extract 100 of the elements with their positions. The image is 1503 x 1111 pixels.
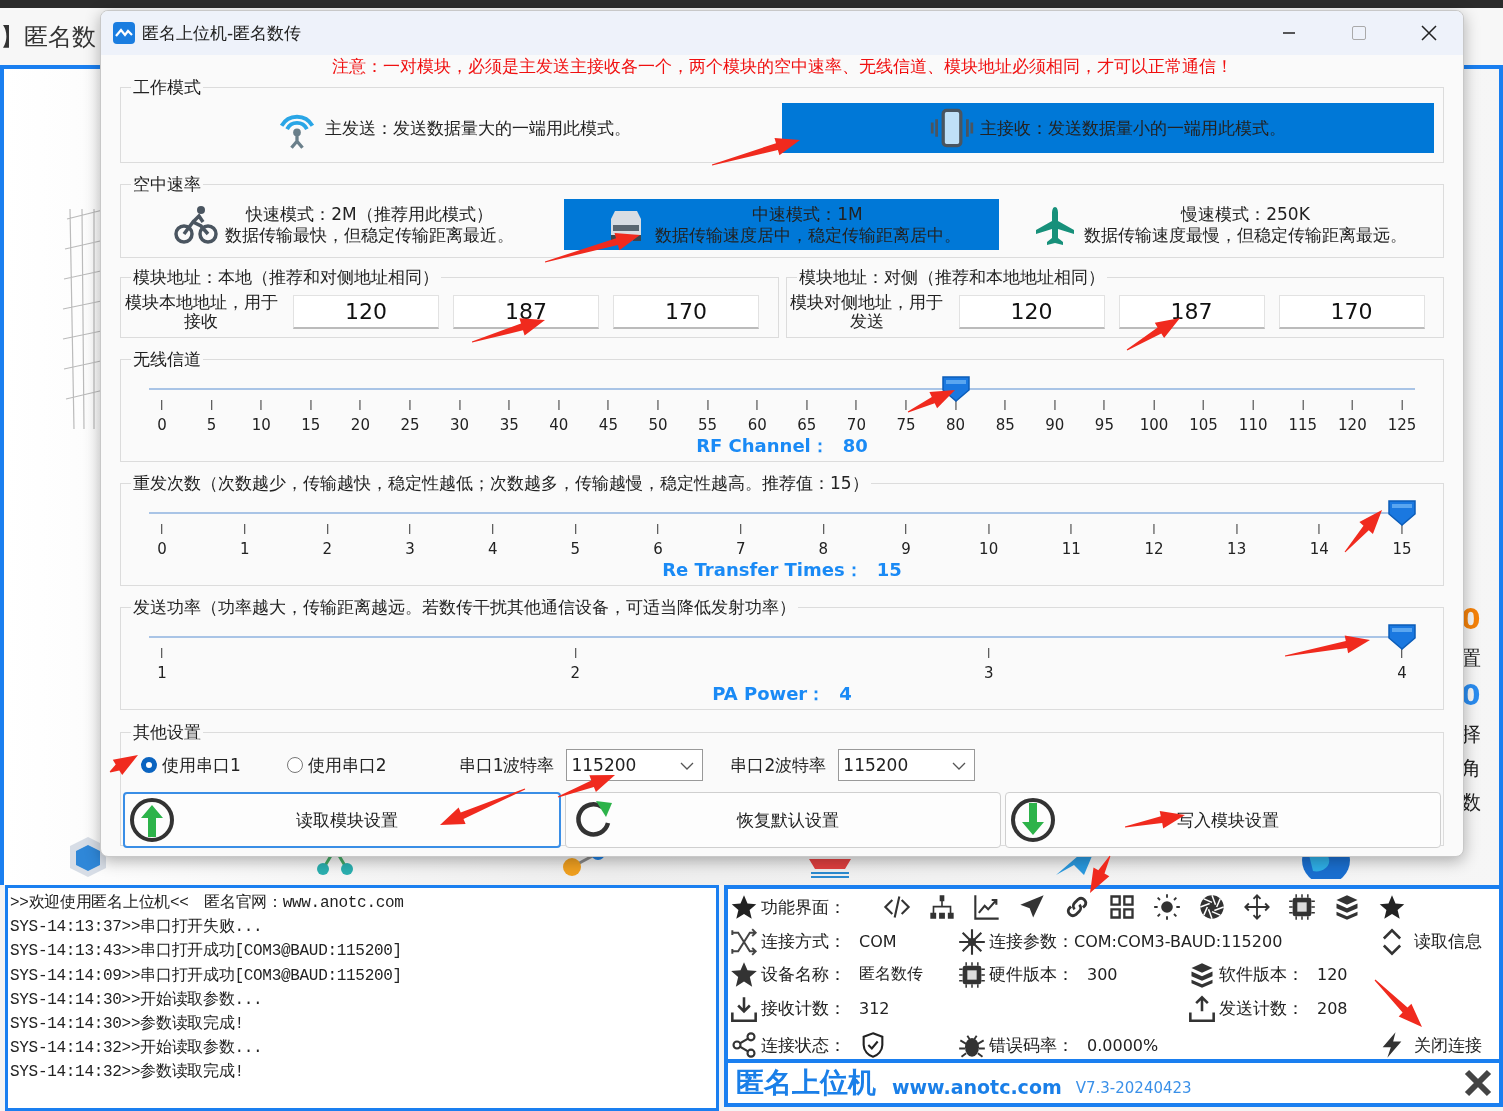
group-label: 重发次数（次数越少，传输越快，稳定性越低；次数越多，传输越慢，稳定性越高。推荐值：15） bbox=[132, 473, 870, 493]
tick-label: 95 bbox=[1094, 416, 1114, 434]
tick-label: 14 bbox=[1309, 540, 1329, 558]
address-field[interactable]: 187 bbox=[453, 295, 599, 329]
aperture-icon[interactable] bbox=[1198, 893, 1226, 921]
slider-thumb[interactable] bbox=[1388, 500, 1416, 526]
tick-label: 40 bbox=[549, 416, 569, 434]
hierarchy-icon[interactable] bbox=[928, 893, 956, 921]
tick-label: 11 bbox=[1061, 540, 1081, 558]
info-label: 发送计数： bbox=[1219, 997, 1305, 1020]
rate-option[interactable]: 快速模式：2M（推荐用此模式） 数据传输最快，但稳定传输距离最近。 bbox=[123, 199, 564, 250]
port-radio[interactable]: 使用串口1 bbox=[141, 753, 241, 777]
address-field[interactable]: 170 bbox=[613, 295, 759, 329]
line-chart-icon[interactable] bbox=[973, 893, 1001, 921]
annotation-arrow bbox=[1374, 979, 1422, 1027]
rate-option[interactable]: 慢速模式：250K 数据传输速度最慢，但稳定传输距离最远。 bbox=[999, 199, 1440, 250]
tick-label: 6 bbox=[653, 540, 663, 558]
slider-track[interactable]: 0 1 2 3 4 5 6 7 8 9 10 11 12 13 14 15 bbox=[149, 499, 1415, 561]
info-label: 设备名称： bbox=[761, 963, 847, 986]
sun-icon[interactable] bbox=[1153, 893, 1181, 921]
slider-thumb[interactable] bbox=[1388, 624, 1416, 650]
action-button[interactable]: 读取模块设置 bbox=[123, 792, 561, 848]
group-label: 空中速率 bbox=[132, 174, 202, 194]
star-icon bbox=[730, 960, 758, 989]
address-caption: 模块本地地址，用于接收 bbox=[123, 293, 279, 331]
asterisk-icon bbox=[958, 927, 986, 956]
reading-label: PA Power： bbox=[712, 683, 826, 704]
log-line: SYS-14:13:37>>串口打开失败... bbox=[10, 917, 264, 939]
tick-label: 7 bbox=[735, 540, 746, 558]
chip-icon[interactable] bbox=[1288, 893, 1316, 921]
website-link[interactable]: www.anotc.com bbox=[892, 1076, 1062, 1098]
group-label: 工作模式 bbox=[132, 77, 202, 97]
tick-label: 110 bbox=[1238, 416, 1268, 434]
baud-label: 串口2波特率 bbox=[730, 753, 827, 777]
annotation-arrow bbox=[557, 775, 615, 798]
mode-option[interactable]: 主发送：发送数据量大的一端用此模式。 bbox=[123, 103, 782, 153]
tick-label: 50 bbox=[648, 416, 668, 434]
grid-icon[interactable] bbox=[1108, 893, 1136, 921]
group-label: 无线信道 bbox=[132, 349, 202, 369]
info-value: COM bbox=[859, 932, 897, 951]
rate-option[interactable]: 中速模式：1M 数据传输速度居中，稳定传输距离居中。 bbox=[564, 199, 999, 250]
tick-label: 10 bbox=[251, 416, 271, 434]
star-icon[interactable] bbox=[1378, 893, 1406, 921]
action-button[interactable]: 恢复默认设置 bbox=[565, 792, 1001, 848]
info-label: 连接参数： bbox=[989, 930, 1074, 953]
info-label: 连接状态： bbox=[761, 1033, 847, 1057]
mode-option[interactable]: 主接收：发送数据量小的一端用此模式。 bbox=[782, 103, 1434, 153]
info-value: 匿名数传 bbox=[859, 964, 923, 985]
tick-label: 5 bbox=[570, 540, 581, 558]
download-icon bbox=[730, 994, 758, 1023]
log-line: SYS-14:14:30>>开始读取参数... bbox=[10, 989, 264, 1011]
tick-label: 15 bbox=[1392, 540, 1412, 558]
radio-circle[interactable] bbox=[286, 757, 303, 773]
log-line: SYS-14:14:30>>参数读取完成! bbox=[10, 1013, 245, 1035]
chevron-down-icon bbox=[680, 762, 695, 770]
brand-name: 匿名上位机 bbox=[736, 1065, 876, 1101]
code-icon[interactable] bbox=[883, 893, 911, 921]
address-caption: 模块对侧地址，用于发送 bbox=[789, 293, 944, 331]
address-field[interactable]: 120 bbox=[958, 295, 1105, 329]
annotation-arrow bbox=[109, 755, 138, 776]
app-icon bbox=[113, 22, 135, 44]
annotation-arrow bbox=[1090, 855, 1111, 893]
tick-label: 1 bbox=[157, 664, 167, 682]
slider-track[interactable]: 1 2 3 4 bbox=[149, 623, 1415, 685]
tick-label: 25 bbox=[400, 416, 420, 434]
tick-label: 55 bbox=[698, 416, 718, 434]
tick-label: 8 bbox=[818, 540, 829, 558]
info-value: COM:COM3-BAUD:115200 bbox=[1074, 932, 1283, 951]
tick-label: 2 bbox=[570, 664, 581, 682]
tick-label: 13 bbox=[1227, 540, 1247, 558]
tick-label: 115 bbox=[1288, 416, 1318, 434]
tick-label: 70 bbox=[846, 416, 866, 434]
tick-label: 35 bbox=[499, 416, 519, 434]
baud-select[interactable]: 115200 bbox=[566, 749, 704, 781]
tick-label: 0 bbox=[157, 540, 167, 558]
tick-label: 3 bbox=[405, 540, 415, 558]
action-button[interactable]: 关闭连接 bbox=[1378, 1026, 1499, 1064]
tick-label: 9 bbox=[901, 540, 911, 558]
baud-select[interactable]: 115200 bbox=[838, 749, 976, 781]
star-icon bbox=[730, 893, 758, 921]
port-radio[interactable]: 使用串口2 bbox=[286, 753, 387, 777]
close-icon[interactable] bbox=[1419, 23, 1439, 43]
annotation-arrow bbox=[1344, 510, 1382, 553]
address-field[interactable]: 187 bbox=[1118, 295, 1265, 329]
window-title: 匿名上位机-匿名数传 bbox=[142, 21, 302, 45]
address-field[interactable]: 120 bbox=[293, 295, 439, 329]
info-label: 错误码率： bbox=[989, 1033, 1075, 1057]
annotation-arrow bbox=[907, 390, 955, 413]
reading-value: 15 bbox=[876, 559, 902, 580]
slider-track[interactable]: 0 5 10 15 20 25 30 35 40 45 50 55 60 65 70 75 80 85 90 95 100 105 110 115 120 125 bbox=[149, 375, 1415, 437]
close-icon[interactable] bbox=[1463, 1068, 1493, 1098]
radio-circle[interactable] bbox=[141, 757, 157, 773]
move-icon[interactable] bbox=[1243, 893, 1271, 921]
address-field[interactable]: 170 bbox=[1278, 295, 1425, 329]
share-icon bbox=[730, 1031, 758, 1059]
tick-label: 90 bbox=[1045, 416, 1065, 434]
tick-label: 125 bbox=[1387, 416, 1417, 434]
tick-label: 15 bbox=[301, 416, 321, 434]
tick-label: 105 bbox=[1189, 416, 1218, 434]
action-button[interactable]: 读取信息 bbox=[1378, 925, 1499, 958]
